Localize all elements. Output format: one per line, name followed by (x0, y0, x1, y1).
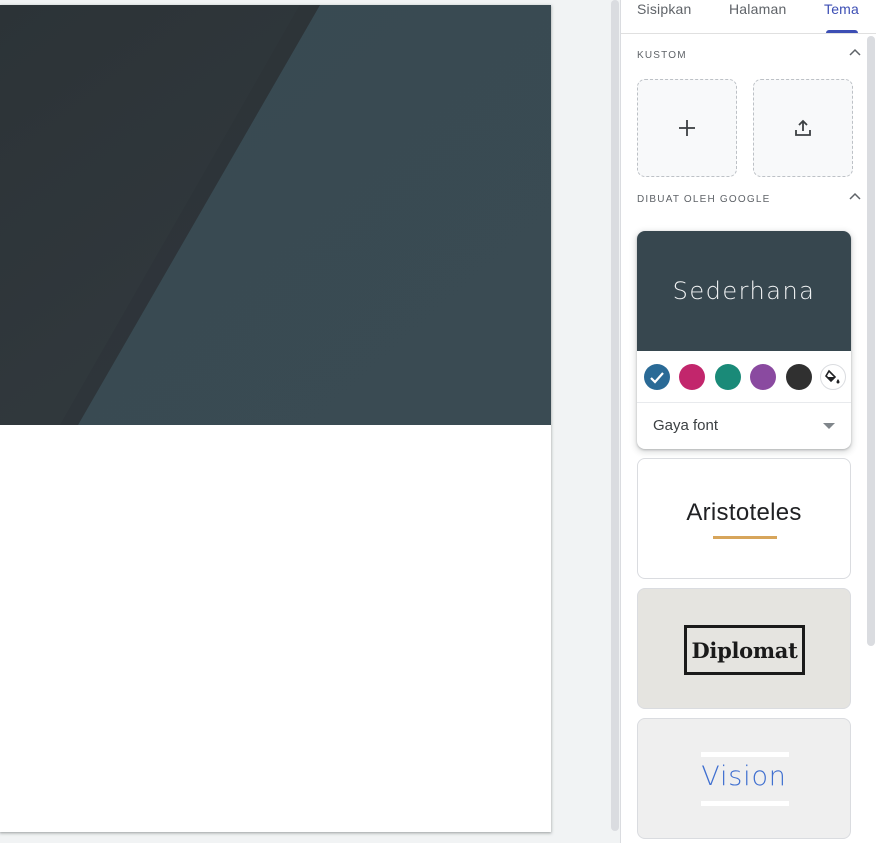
canvas-scrollbar[interactable] (610, 0, 620, 843)
canvas-scrollbar-thumb[interactable] (611, 0, 619, 831)
hero-banner[interactable]: yang erguna (0, 5, 551, 425)
theme-name-diplomat: Diplomat (691, 637, 798, 663)
theme-vision-bar-bottom (701, 801, 789, 806)
tab-sisipkan[interactable]: Sisipkan (637, 1, 692, 17)
theme-card-vision[interactable]: Vision (637, 718, 851, 839)
swatch-purple[interactable] (750, 364, 776, 390)
theme-card-sederhana[interactable]: Sederhana Gaya font (637, 231, 851, 449)
tab-tema[interactable]: Tema (824, 1, 859, 17)
hero-background (0, 5, 551, 425)
font-style-label: Gaya font (653, 417, 719, 434)
canvas-area: yang erguna (0, 0, 610, 843)
theme-preview-sederhana[interactable]: Sederhana (637, 231, 851, 351)
swatch-magenta[interactable] (679, 364, 705, 390)
theme-diplomat-frame: Diplomat (684, 625, 805, 675)
active-tab-indicator (826, 30, 858, 33)
section-title-google: DIBUAT OLEH GOOGLE (637, 194, 771, 205)
paint-bucket-icon (825, 369, 840, 384)
theme-name-aristoteles: Aristoteles (686, 499, 802, 526)
custom-color-button[interactable] (820, 364, 846, 390)
theme-card-aristoteles[interactable]: Aristoteles (637, 458, 851, 579)
swatch-blue[interactable] (644, 364, 670, 390)
plus-icon (679, 120, 695, 136)
swatch-dark[interactable] (786, 364, 812, 390)
panel-scrollbar-thumb[interactable] (867, 36, 875, 646)
upload-icon (795, 119, 811, 136)
page-preview[interactable]: yang erguna (0, 5, 551, 832)
swatch-teal[interactable] (715, 364, 741, 390)
panel-tabs: Sisipkan Halaman Tema (621, 0, 876, 34)
check-icon (650, 372, 664, 384)
tab-halaman[interactable]: Halaman (729, 1, 786, 17)
upload-theme-button[interactable] (753, 79, 853, 177)
theme-vision-bar-top (701, 752, 789, 757)
section-title-custom: KUSTOM (637, 50, 687, 61)
collapse-custom-chevron-up-icon[interactable] (849, 48, 861, 60)
theme-panel: Sisipkan Halaman Tema KUSTOM DIBUAT OLEH… (620, 0, 876, 843)
font-style-dropdown[interactable]: Gaya font (637, 403, 851, 449)
theme-name-sederhana: Sederhana (672, 277, 816, 305)
theme-card-diplomat[interactable]: Diplomat (637, 588, 851, 709)
theme-name-vision: Vision (701, 761, 787, 792)
add-theme-button[interactable] (637, 79, 737, 177)
dropdown-caret-icon (823, 423, 835, 429)
theme-accent-rule (713, 536, 777, 539)
color-swatches (637, 351, 851, 403)
collapse-google-chevron-up-icon[interactable] (849, 192, 861, 204)
